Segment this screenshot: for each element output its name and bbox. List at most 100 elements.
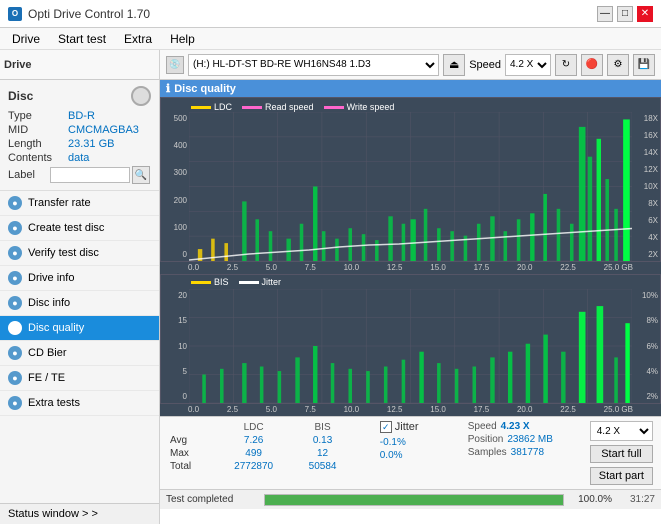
x-axis-top: 0.0 2.5 5.0 7.5 10.0 12.5 15.0 17.5 20.0… <box>160 262 661 274</box>
x-axis-bottom: 0.0 2.5 5.0 7.5 10.0 12.5 15.0 17.5 20.0… <box>160 404 661 416</box>
nav-label-drive-info: Drive info <box>28 272 74 284</box>
sidebar-item-disc-quality[interactable]: ● Disc quality <box>0 316 159 341</box>
total-ldc: 2772870 <box>215 460 293 473</box>
legend-write-speed: Write speed <box>324 102 395 112</box>
sidebar-item-fe-te[interactable]: ●FE / TE <box>0 366 159 391</box>
sidebar-item-verify-test-disc[interactable]: ●Verify test disc <box>0 241 159 266</box>
samples-key: Samples <box>468 447 507 458</box>
menu-extra[interactable]: Extra <box>116 30 160 48</box>
close-button[interactable]: ✕ <box>637 6 653 22</box>
progress-percent: 100.0% <box>572 494 612 505</box>
nav-icon-extra-tests: ● <box>8 396 22 410</box>
stats-area: LDC BIS Avg 7.26 0.13 Max <box>160 416 661 489</box>
start-full-button[interactable]: Start full <box>590 445 653 463</box>
status-text: Test completed <box>166 494 256 505</box>
sidebar-item-create-test-disc[interactable]: ● Create test disc <box>0 216 159 241</box>
nav-icon-disc-quality: ● <box>8 321 22 335</box>
nav-label-disc-quality: Disc quality <box>28 322 84 334</box>
chart-bottom-svg <box>189 289 632 403</box>
save-button[interactable]: 💾 <box>633 54 655 76</box>
status-window-button[interactable]: Status window > > <box>0 503 159 524</box>
sidebar: Drive Disc Type BD-R MID CMCMAGBA3 Lengt… <box>0 50 160 524</box>
drive-bar: Drive <box>0 50 159 80</box>
position-key: Position <box>468 434 504 445</box>
sidebar-item-cd-bier[interactable]: ●CD Bier <box>0 341 159 366</box>
drive-label: Drive <box>4 59 32 71</box>
legend-read-speed: Read speed <box>242 102 314 112</box>
menu-start-test[interactable]: Start test <box>50 30 114 48</box>
nav-icon-disc-info: ● <box>8 296 22 310</box>
menubar: Drive Start test Extra Help <box>0 28 661 50</box>
sidebar-item-transfer-rate[interactable]: ● Transfer rate <box>0 191 159 216</box>
nav-label-transfer-rate: Transfer rate <box>28 197 91 209</box>
sidebar-item-drive-info[interactable]: ●Drive info <box>0 266 159 291</box>
sidebar-item-disc-info[interactable]: ● Disc info <box>0 291 159 316</box>
disc-panel-title: Disc <box>8 89 33 103</box>
speed-select-toolbar[interactable]: 4.2 X <box>505 54 551 76</box>
disc-quality-icon: ℹ <box>166 82 170 95</box>
maximize-button[interactable]: □ <box>617 6 633 22</box>
max-label: Max <box>166 447 215 460</box>
nav-label-create-test-disc: Create test disc <box>28 222 104 234</box>
progress-bar-fill <box>265 495 563 505</box>
burn-button[interactable]: 🔴 <box>581 54 603 76</box>
mid-label: MID <box>8 124 68 136</box>
disc-panel: Disc Type BD-R MID CMCMAGBA3 Length 23.3… <box>0 80 159 191</box>
max-ldc: 499 <box>215 447 293 460</box>
progress-bar-container <box>264 494 564 506</box>
mid-value: CMCMAGBA3 <box>68 124 139 136</box>
legend-bis: BIS <box>214 277 229 287</box>
total-bis: 50584 <box>293 460 353 473</box>
start-part-button[interactable]: Start part <box>590 467 653 485</box>
nav-label-disc-info: Disc info <box>28 297 70 309</box>
main-layout: Drive Disc Type BD-R MID CMCMAGBA3 Lengt… <box>0 50 661 524</box>
y-axis-left-bottom: 20 15 10 5 0 <box>161 289 189 403</box>
drive-toolbar: 💿 (H:) HL-DT-ST BD-RE WH16NS48 1.D3 ⏏ Sp… <box>160 50 661 80</box>
jitter-label: Jitter <box>395 421 419 433</box>
speed-dropdown[interactable]: 4.2 X <box>590 421 653 441</box>
legend-ldc: LDC <box>191 102 232 112</box>
drive-select[interactable]: (H:) HL-DT-ST BD-RE WH16NS48 1.D3 <box>188 54 439 76</box>
avg-label: Avg <box>166 434 215 447</box>
y-axis-right-bottom: 10% 8% 6% 4% 2% <box>632 289 660 403</box>
nav-icon-transfer-rate: ● <box>8 196 22 210</box>
jitter-checkbox[interactable]: ✓ <box>380 421 392 433</box>
jitter-max-val: 0.0% <box>380 450 454 461</box>
nav-label-cd-bier: CD Bier <box>28 347 67 359</box>
stats-table: LDC BIS Avg 7.26 0.13 Max <box>160 417 372 489</box>
eject-button[interactable]: ⏏ <box>443 54 465 76</box>
disc-icon <box>131 86 151 106</box>
drive-icon-toolbar: 💿 <box>166 56 184 74</box>
status-window-label: Status window > > <box>8 508 98 520</box>
sidebar-item-extra-tests[interactable]: ● Extra tests <box>0 391 159 416</box>
position-value: 23862 MB <box>507 434 553 445</box>
menu-drive[interactable]: Drive <box>4 30 48 48</box>
chart-top-svg <box>189 112 632 261</box>
refresh-button[interactable]: ↻ <box>555 54 577 76</box>
nav-label-extra-tests: Extra tests <box>28 397 80 409</box>
menu-help[interactable]: Help <box>162 30 203 48</box>
speed-position-section: Speed 4.23 X Position 23862 MB Samples 3… <box>462 417 582 489</box>
max-row: Max 499 12 <box>166 447 366 460</box>
action-buttons: 4.2 X Start full Start part <box>582 417 661 489</box>
settings-button[interactable]: ⚙ <box>607 54 629 76</box>
col-bis: BIS <box>293 421 353 434</box>
avg-bis: 0.13 <box>293 434 353 447</box>
samples-value: 381778 <box>511 447 544 458</box>
nav-icon-create-test-disc: ● <box>8 221 22 235</box>
label-input[interactable] <box>50 167 130 183</box>
chart-top: LDC Read speed Write speed 500 400 300 2… <box>160 97 661 262</box>
jitter-avg-val: -0.1% <box>380 437 454 448</box>
label-key: Label <box>8 169 48 181</box>
type-value: BD-R <box>68 110 95 122</box>
chart-bottom: BIS Jitter 20 15 10 5 0 10% 8% 6% 4% 2% <box>160 274 661 404</box>
label-search-button[interactable]: 🔍 <box>132 166 150 184</box>
col-ldc: LDC <box>215 421 293 434</box>
progress-row: Test completed 100.0% 31:27 <box>160 489 661 509</box>
disc-quality-header: ℹ Disc quality <box>160 80 661 97</box>
total-row: Total 2772870 50584 <box>166 460 366 473</box>
nav-label-fe-te: FE / TE <box>28 372 65 384</box>
legend-bottom: BIS Jitter <box>191 277 281 287</box>
avg-row: Avg 7.26 0.13 <box>166 434 366 447</box>
minimize-button[interactable]: — <box>597 6 613 22</box>
